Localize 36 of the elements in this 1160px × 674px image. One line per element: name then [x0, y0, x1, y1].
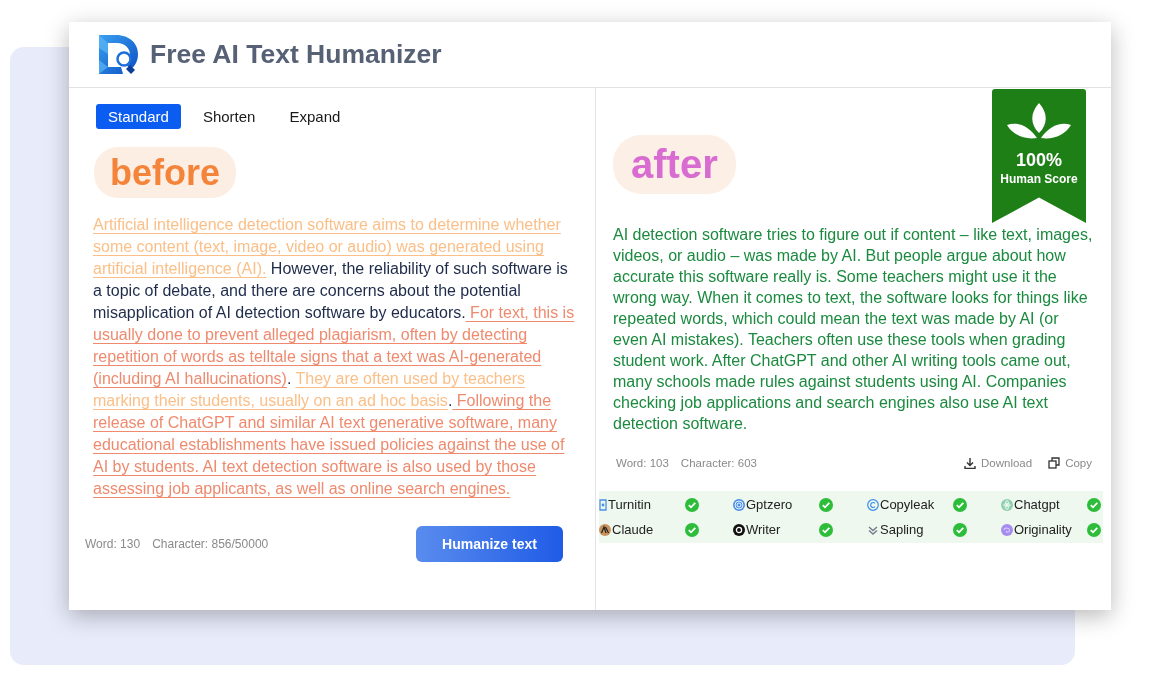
swirl-icon: [1001, 523, 1013, 536]
app-title: Free AI Text Humanizer: [150, 39, 442, 70]
copy-icon: [1048, 457, 1061, 469]
word-count: Word: 130: [85, 537, 141, 551]
detector-name: Originality: [1014, 522, 1072, 537]
detector-name: Gptzero: [746, 497, 793, 512]
leaves-icon: [1007, 102, 1071, 140]
word-count: Word: 103: [616, 457, 669, 469]
copyright-icon: [867, 498, 879, 511]
output-text: AI detection software tries to figure out if content – like text, images, videos, or audio – was made by AI. But people argue about how accurate this software really is. Some teachers might use it the wrong way. When it comes to text, the software looks for things like repeated words, which could mean the text was made by AI (or even AI mistakes). Teachers often use these tools when grading student work. After ChatGPT and other AI writing tools came out, many schools made rules against students using AI. Companies checking job applications and search engines also use AI text detection software.: [613, 225, 1094, 434]
character-count: Character: 856/50000: [152, 537, 269, 551]
score-value: 100%: [1015, 150, 1062, 170]
score-label: Human Score: [1000, 172, 1078, 186]
copy-button[interactable]: Copy: [1048, 457, 1092, 469]
mode-tab[interactable]: Expand: [277, 104, 353, 129]
chevron-icon: [867, 523, 879, 536]
detector-name: Turnitin: [608, 497, 651, 512]
mode-tab[interactable]: Standard: [96, 104, 181, 129]
ring-icon: [733, 523, 745, 536]
download-icon: [964, 457, 976, 469]
square-icon: [599, 498, 607, 511]
slashes-icon: [599, 523, 611, 536]
rings-icon: [733, 498, 745, 511]
detector-name: Copyleak: [880, 497, 935, 512]
section-label: before: [94, 147, 237, 198]
download-button[interactable]: Download: [964, 457, 1033, 469]
detector-name: Sapling: [880, 522, 924, 537]
character-count: Character: 603: [680, 457, 757, 469]
mode-tab[interactable]: Shorten: [190, 104, 268, 129]
detector-name: Claude: [612, 522, 654, 537]
input-text: Artificial intelligence detection software aims to determine whether some content (text, image, video or audio) was generated using artificial intelligence (AI). However, the reliability of such software is a topic of debate, and there are concerns about the potential misapplication of AI detection software by educators. For text, this is usually done to prevent alleged plagiarism, often by detecting repetition of words as telltale signs that a text was AI-generated (including AI hallucinations). They are often used by teachers marking their students, usually on an ad hoc basis. Following the release of ChatGPT and similar AI text generative software, many educational establishments have issued policies against the use of AI by students. AI text detection software is also used by those assessing job applicants, as well as online search engines.: [93, 215, 575, 499]
section-label: after: [613, 135, 736, 194]
humanize-button[interactable]: Humanize text: [416, 526, 563, 562]
flower-icon: [1001, 498, 1013, 511]
detector-name: Chatgpt: [1014, 497, 1060, 512]
detector-name: Writer: [746, 522, 781, 537]
